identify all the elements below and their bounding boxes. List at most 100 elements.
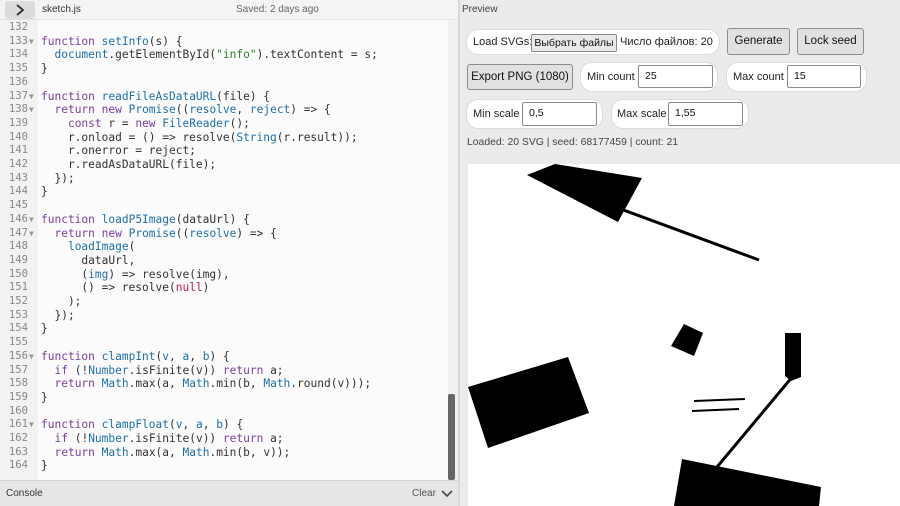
fold-arrow-icon[interactable]: ▼ bbox=[29, 227, 34, 241]
line-number: 150 bbox=[8, 267, 28, 280]
code-line[interactable]: 137 ▼ function readFileAsDataURL(file) { bbox=[0, 90, 448, 104]
code-text: r.readAsDataURL(file); bbox=[41, 158, 217, 171]
code-text: if (!Number.isFinite(v)) return a; bbox=[54, 363, 284, 377]
code-text: () => resolve(null) bbox=[41, 281, 210, 295]
line-number: 145 bbox=[8, 199, 28, 212]
code-line[interactable]: 133 ▼ function setInfo(s) { bbox=[0, 35, 448, 49]
editor-scrollbar-thumb[interactable] bbox=[448, 394, 455, 480]
clear-button[interactable]: Clear bbox=[412, 488, 436, 499]
code-line[interactable]: 163 return Math.max(a, Math.min(b, v)); bbox=[0, 446, 448, 460]
code-line[interactable]: 145 bbox=[0, 199, 448, 213]
line-number: 157 bbox=[8, 363, 28, 376]
code-text: (img) => resolve(img), bbox=[41, 267, 230, 281]
code-text: function clampInt(v, a, b) { bbox=[41, 349, 230, 363]
app-window: sketch.js Saved: 2 days ago 132 133 ▼ funct… bbox=[0, 0, 900, 506]
load-svgs-label: Load SVGs: bbox=[473, 36, 533, 48]
generate-button[interactable]: Generate bbox=[727, 28, 790, 55]
code-text: loadImage( bbox=[67, 240, 136, 254]
status-text: Loaded: 20 SVG | seed: 68177459 | count:… bbox=[467, 137, 679, 148]
preview-panel: Preview Load SVGs: Выбрать файлы Число ф… bbox=[460, 0, 900, 506]
code-line[interactable]: 132 bbox=[0, 21, 448, 35]
code-text: }); bbox=[41, 171, 75, 185]
canvas-shape-dash-2 bbox=[691, 408, 740, 412]
line-number: 141 bbox=[8, 144, 28, 157]
code-line[interactable]: 158 return Math.max(a, Math.min(b, Math.… bbox=[0, 377, 448, 391]
canvas-shape-dash-1 bbox=[693, 398, 746, 402]
code-line[interactable]: 139 const r = new FileReader(); bbox=[0, 117, 448, 131]
code-line[interactable]: 135} bbox=[0, 62, 448, 76]
code-line[interactable]: 149 dataUrl, bbox=[0, 254, 448, 268]
fold-arrow-icon[interactable]: ▼ bbox=[29, 35, 34, 49]
canvas-shape-bar-vertical bbox=[785, 333, 801, 381]
code-line[interactable]: 142 r.readAsDataURL(file); bbox=[0, 158, 448, 172]
line-number: 132 bbox=[8, 21, 28, 33]
code-text: }); bbox=[41, 308, 75, 322]
code-line[interactable]: 156 ▼ function clampInt(v, a, b) { bbox=[0, 350, 448, 364]
code-line[interactable]: 141 r.onerror = reject; bbox=[0, 144, 448, 158]
sketch-canvas[interactable] bbox=[468, 164, 900, 506]
fold-arrow-icon[interactable]: ▼ bbox=[29, 103, 34, 117]
sidebar-toggle-button[interactable] bbox=[5, 1, 35, 19]
max-scale-input[interactable]: 1,55 bbox=[668, 102, 743, 126]
min-count-input[interactable]: 25 bbox=[638, 65, 713, 88]
code-text: return new Promise((resolve, reject) => … bbox=[54, 103, 331, 117]
code-line[interactable]: 138 ▼ return new Promise((resolve, reject… bbox=[0, 103, 448, 117]
fold-arrow-icon[interactable]: ▼ bbox=[29, 213, 34, 227]
code-line[interactable]: 140 r.onload = () => resolve(String(r.re… bbox=[0, 131, 448, 145]
code-line[interactable]: 136 bbox=[0, 76, 448, 90]
code-line[interactable]: 161 ▼ function clampFloat(v, a, b) { bbox=[0, 418, 448, 432]
line-number: 158 bbox=[8, 377, 28, 390]
code-line[interactable]: 134 document.getElementById("info").text… bbox=[0, 48, 448, 62]
line-number: 160 bbox=[8, 404, 28, 417]
code-line[interactable]: 148 loadImage( bbox=[0, 240, 448, 254]
code-text: r.onload = () => resolve(String(r.result… bbox=[41, 130, 358, 144]
code-text: function readFileAsDataURL(file) { bbox=[41, 89, 271, 103]
min-scale-label: Min scale bbox=[473, 108, 520, 120]
min-scale-input[interactable]: 0,5 bbox=[522, 102, 597, 126]
code-line[interactable]: 151 () => resolve(null) bbox=[0, 281, 448, 295]
code-line[interactable]: 143 }); bbox=[0, 172, 448, 186]
code-line[interactable]: 157 if (!Number.isFinite(v)) return a; bbox=[0, 364, 448, 378]
code-line[interactable]: 154} bbox=[0, 322, 448, 336]
code-line[interactable]: 150 (img) => resolve(img), bbox=[0, 268, 448, 282]
code-text: } bbox=[41, 322, 48, 336]
code-editor-panel: sketch.js Saved: 2 days ago 132 133 ▼ funct… bbox=[0, 0, 458, 506]
code-line[interactable]: 147 ▼ return new Promise((resolve) => { bbox=[0, 227, 448, 241]
code-text: ); bbox=[41, 295, 82, 308]
code-line[interactable]: 146 ▼ function loadP5Image(dataUrl) { bbox=[0, 213, 448, 227]
code-line[interactable]: 155 bbox=[0, 336, 448, 350]
line-number: 163 bbox=[8, 445, 28, 458]
code-text: dataUrl, bbox=[41, 253, 136, 267]
console-label[interactable]: Console bbox=[6, 488, 43, 499]
line-number: 146 bbox=[8, 212, 28, 225]
line-number: 159 bbox=[8, 390, 28, 403]
code-line[interactable]: 153 }); bbox=[0, 309, 448, 323]
lock-seed-button[interactable]: Lock seed bbox=[797, 28, 864, 55]
code-line[interactable]: 162 if (!Number.isFinite(v)) return a; bbox=[0, 432, 448, 446]
code-area[interactable]: 132 133 ▼ function setInfo(s) {134 document… bbox=[0, 20, 448, 480]
code-text: } bbox=[41, 459, 48, 473]
export-png-button[interactable]: Export PNG (1080) bbox=[467, 64, 573, 90]
max-scale-label: Max scale bbox=[617, 108, 667, 120]
fold-arrow-icon[interactable]: ▼ bbox=[29, 418, 34, 432]
canvas-shape-rect-top bbox=[527, 164, 642, 222]
code-line[interactable]: 164} bbox=[0, 459, 448, 473]
code-text: function setInfo(s) { bbox=[41, 34, 183, 48]
fold-arrow-icon[interactable]: ▼ bbox=[29, 350, 34, 364]
max-count-input[interactable]: 15 bbox=[787, 65, 861, 88]
chevron-down-icon[interactable] bbox=[441, 488, 453, 498]
file-name[interactable]: sketch.js bbox=[42, 4, 81, 15]
canvas-shape-line-top bbox=[617, 206, 760, 262]
code-line[interactable]: 160 bbox=[0, 405, 448, 419]
max-count-label: Max count bbox=[733, 71, 784, 83]
choose-files-button[interactable]: Выбрать файлы bbox=[531, 34, 617, 52]
line-number: 151 bbox=[8, 281, 28, 294]
code-line[interactable]: 159} bbox=[0, 391, 448, 405]
line-number: 142 bbox=[8, 158, 28, 170]
line-number: 149 bbox=[8, 253, 28, 266]
code-line[interactable]: 152 ); bbox=[0, 295, 448, 309]
fold-arrow-icon[interactable]: ▼ bbox=[29, 90, 34, 104]
line-number: 147 bbox=[8, 226, 28, 239]
code-line[interactable]: 144} bbox=[0, 185, 448, 199]
code-text: if (!Number.isFinite(v)) return a; bbox=[54, 432, 284, 445]
